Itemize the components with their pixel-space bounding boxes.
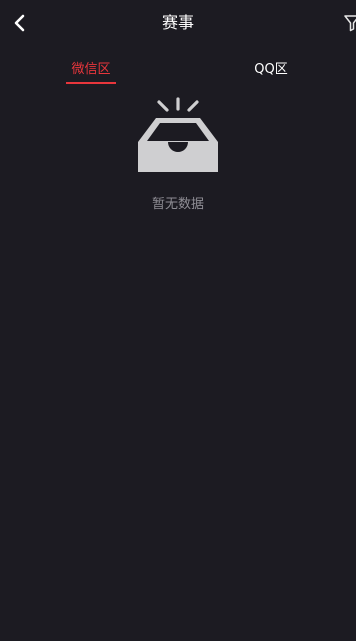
page-title: 赛事	[161, 13, 194, 32]
empty-state: 暂无数据	[0, 96, 356, 215]
filter-icon	[344, 15, 356, 32]
tab-qq-label: QQ区	[254, 61, 288, 77]
tab-wechat-label: 微信区	[71, 61, 111, 77]
tab-qq[interactable]: QQ区	[236, 46, 306, 88]
active-tab-indicator	[66, 82, 116, 84]
empty-inbox-icon	[138, 97, 218, 172]
tab-bar: 微信区 QQ区	[0, 46, 356, 88]
filter-button[interactable]	[343, 13, 356, 33]
match-screen: 赛事 微信区 QQ区 暂无数据	[0, 0, 356, 641]
empty-state-text: 暂无数据	[151, 197, 204, 212]
header-bar: 赛事	[0, 0, 356, 46]
